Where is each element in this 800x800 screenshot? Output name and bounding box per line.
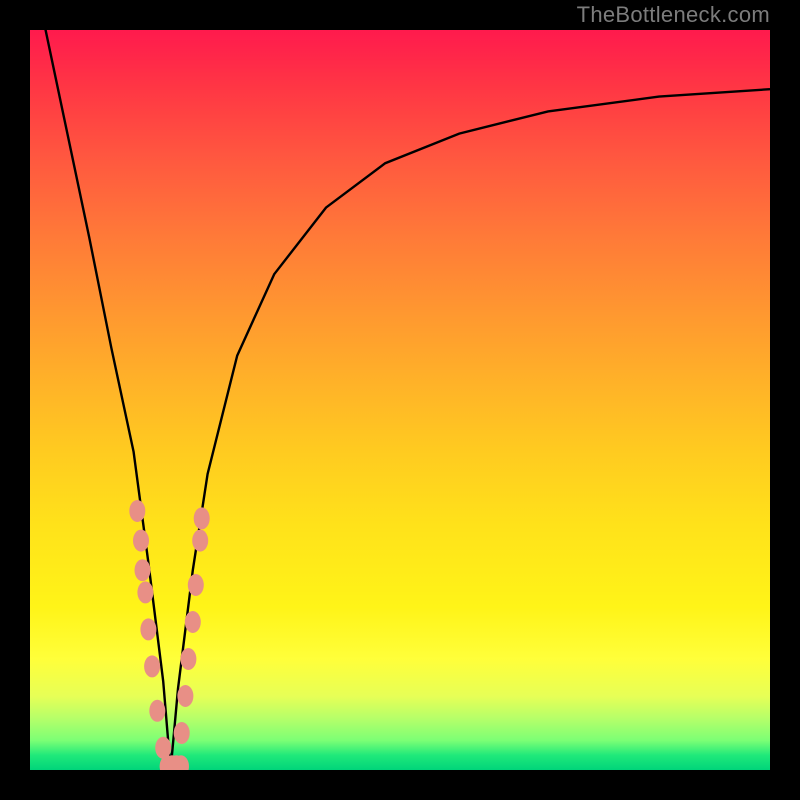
sample-point bbox=[133, 530, 149, 552]
watermark-text: TheBottleneck.com bbox=[577, 2, 770, 28]
sample-point bbox=[174, 722, 190, 744]
sample-point bbox=[192, 530, 208, 552]
sample-point bbox=[137, 581, 153, 603]
curve-layer bbox=[30, 30, 770, 770]
sample-point bbox=[149, 700, 165, 722]
sample-point bbox=[144, 655, 160, 677]
sample-point bbox=[180, 648, 196, 670]
sample-point bbox=[129, 500, 145, 522]
sample-point bbox=[140, 618, 156, 640]
sample-point bbox=[194, 507, 210, 529]
sample-point bbox=[177, 685, 193, 707]
sample-point bbox=[185, 611, 201, 633]
bottleneck-curve bbox=[30, 30, 770, 770]
chart-frame: TheBottleneck.com bbox=[0, 0, 800, 800]
plot-area bbox=[30, 30, 770, 770]
sample-point bbox=[188, 574, 204, 596]
sample-point bbox=[135, 559, 151, 581]
sample-points bbox=[129, 500, 209, 770]
